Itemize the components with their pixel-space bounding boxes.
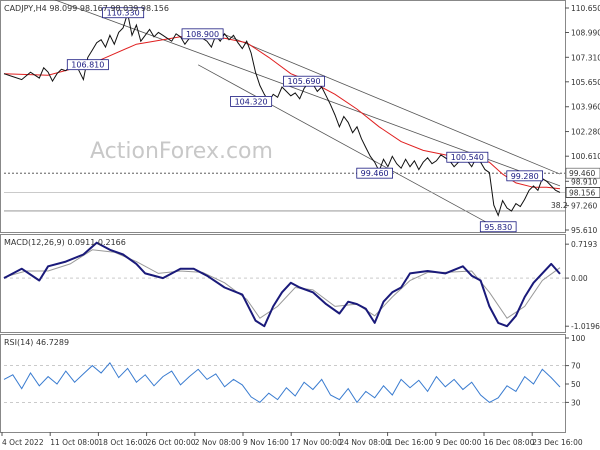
- x-tick-label: 26 Oct 00:00: [147, 438, 196, 447]
- price-level-label-text: 108.900: [186, 30, 219, 39]
- price-y-tick-label: 95.610: [571, 226, 597, 235]
- macd-y-tick-label: 0.7193: [571, 240, 597, 249]
- current-price-badge: 98.156: [565, 187, 600, 198]
- rsi-line: [3, 361, 561, 404]
- x-tick-label: 16 Dec 08:00: [484, 438, 535, 447]
- x-tick-label: 9 Nov 16:00: [243, 438, 289, 447]
- price-level-label: 104.320: [230, 96, 273, 107]
- price-level-label: 105.690: [283, 75, 326, 87]
- price-level-label-text: 106.810: [71, 61, 104, 70]
- macd-main-line: [3, 241, 561, 328]
- rsi-y-tick-label: 70: [571, 362, 581, 371]
- x-tick-label: 17 Nov 00:00: [291, 438, 342, 447]
- fib-label: 38.2: [551, 201, 568, 210]
- current-price-badge-text: 98.156: [569, 188, 595, 197]
- x-tick-label: 9 Dec 00:00: [436, 438, 482, 447]
- price-level-label: 99.460: [356, 167, 393, 179]
- price-level-label: 108.900: [181, 28, 224, 40]
- macd-y-tick-label: 0.00: [571, 274, 588, 283]
- price-level-label: 95.830: [479, 221, 517, 233]
- price-y-tick-label: 97.260: [571, 202, 597, 211]
- symbol-label: CADJPY,H4: [4, 4, 47, 13]
- price-level-label: 106.810: [66, 59, 109, 71]
- price-y-tick-label: 108.990: [571, 29, 600, 38]
- level-axis-badge-text: 99.460: [569, 169, 595, 178]
- price-y-tick-label: 107.310: [571, 53, 600, 62]
- x-tick-label: 11 Oct 08:00: [50, 438, 99, 447]
- price-level-label-text: 99.460: [361, 169, 389, 178]
- x-tick-label: 1 Dec 16:00: [388, 438, 434, 447]
- price-level-label: 100.540: [446, 151, 489, 163]
- macd-layer: 0.7193 0.00 -1.0196: [3, 240, 600, 331]
- ohlc-values: 98.099 98.167 98.039 98.156: [49, 4, 169, 13]
- level-axis-badge: 99.460: [565, 167, 600, 179]
- x-axis: 4 Oct 2022 11 Oct 08:00 18 Oct 16:00 26 Oct…: [1, 432, 583, 447]
- rsi-panel-frame: [0, 334, 566, 433]
- rsi-y-tick-label: 50: [571, 380, 581, 389]
- macd-y-tick-label: -1.0196: [571, 322, 600, 331]
- rsi-layer: 100 70 50 30: [3, 334, 586, 407]
- macd-signal-line: [3, 249, 561, 319]
- price-level-label-text: 105.690: [288, 77, 321, 86]
- watermark: ActionForex.com: [90, 139, 273, 164]
- price-panel-frame: [0, 0, 566, 233]
- price-y-tick-label: 105.650: [571, 78, 600, 87]
- x-tick-label: 2 Nov 08:00: [195, 438, 241, 447]
- price-level-label-text: 99.280: [511, 172, 539, 181]
- price-y-tick-label: 100.610: [571, 152, 600, 161]
- price-y-tick-label: 103.960: [571, 103, 600, 112]
- rsi-values: 46.7289: [36, 338, 69, 347]
- x-tick-label: 4 Oct 2022: [2, 438, 44, 447]
- price-layer: 110.330106.810108.900104.320105.69099.46…: [3, 0, 600, 235]
- price-level-label-text: 104.320: [235, 97, 268, 106]
- rsi-y-tick-label: 100: [571, 334, 586, 343]
- macd-values: 0.0911 0.2166: [67, 238, 126, 247]
- price-y-tick-label: 98.910: [571, 177, 597, 186]
- x-tick-label: 18 Oct 16:00: [98, 438, 147, 447]
- x-tick-label: 23 Dec 16:00: [532, 438, 583, 447]
- rsi-y-tick-label: 30: [571, 398, 581, 407]
- macd-label: MACD(12,26,9): [4, 238, 65, 247]
- price-level-label-text: 100.540: [451, 153, 484, 162]
- price-line: [3, 13, 561, 217]
- x-tick-label: 24 Nov 08:00: [339, 438, 390, 447]
- price-y-tick-label: 110.650: [571, 4, 600, 13]
- rsi-title: RSI(14) 46.7289: [4, 338, 69, 347]
- rsi-label: RSI(14): [4, 338, 33, 347]
- macd-title: MACD(12,26,9) 0.0911 0.2166: [4, 238, 126, 247]
- price-y-tick-label: 102.280: [571, 128, 600, 137]
- chart-canvas: 110.330106.810108.900104.320105.69099.46…: [0, 0, 600, 447]
- price-level-label: 99.280: [506, 170, 543, 182]
- price-title: CADJPY,H4 98.099 98.167 98.039 98.156: [4, 4, 169, 13]
- price-level-label-text: 95.830: [484, 223, 512, 232]
